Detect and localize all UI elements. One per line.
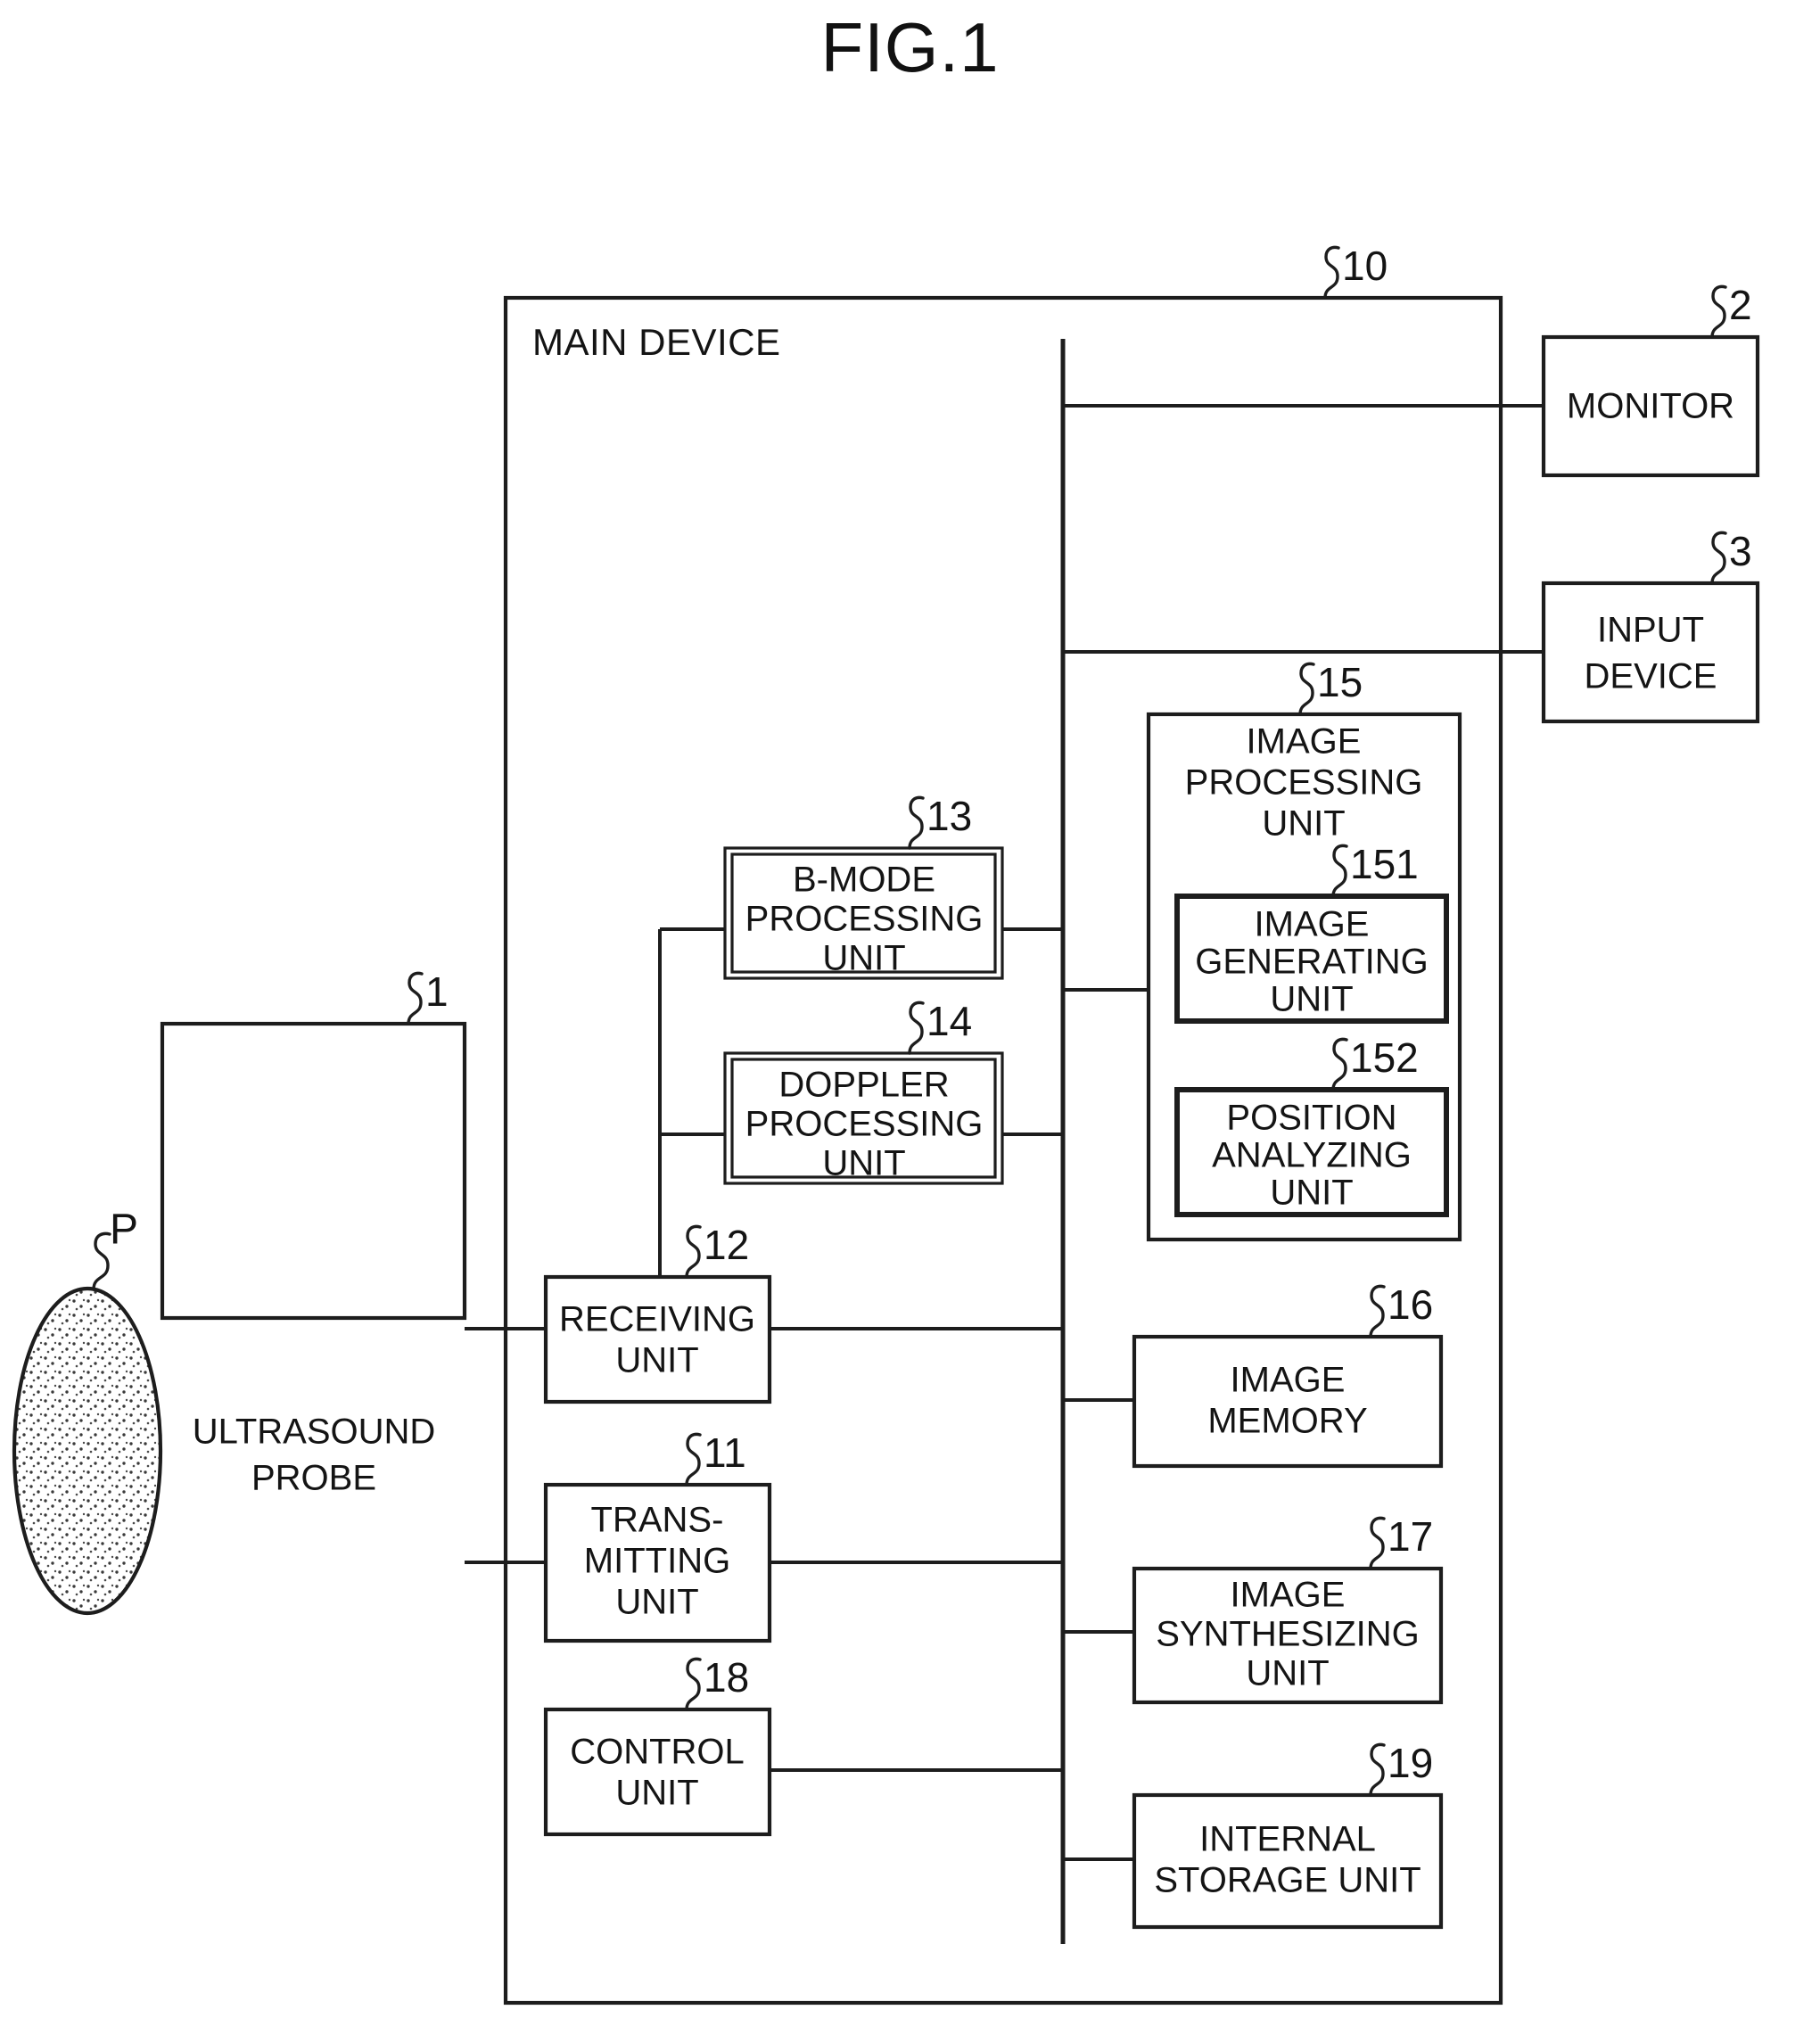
- block-internal-storage-unit-line-1: STORAGE UNIT: [1154, 1861, 1421, 1900]
- ref-number-12: 12: [704, 1222, 749, 1268]
- ref-leader-2: [1710, 284, 1727, 339]
- block-bmode-processing-unit-line-2: UNIT: [822, 939, 905, 978]
- block-image-synthesizing-unit-line-2: UNIT: [1246, 1654, 1329, 1693]
- block-receiving-unit[interactable]: [543, 1274, 772, 1404]
- ref-number-19: 19: [1388, 1740, 1433, 1786]
- block-receiving-unit-line-0: RECEIVING: [559, 1300, 755, 1339]
- ref-number-10: 10: [1342, 243, 1388, 289]
- ref-leader-12: [685, 1224, 702, 1279]
- block-input-device-line-1: DEVICE: [1585, 657, 1717, 696]
- block-bmode-processing-unit-line-0: B-MODE: [793, 861, 935, 900]
- ref-leader-1: [407, 971, 424, 1025]
- block-image-generating-unit-line-2: UNIT: [1270, 980, 1353, 1019]
- patient-body-ellipse: [12, 1286, 163, 1616]
- block-control-unit-line-0: CONTROL: [570, 1733, 745, 1772]
- ref-leader-10: [1323, 245, 1340, 300]
- ref-leader-3: [1710, 531, 1727, 585]
- figure-root: FIG.1 ULTRASOUND PROBE MONITOR INPUT DEV…: [0, 0, 1820, 2018]
- ref-leader-18: [685, 1657, 702, 1711]
- ref-leader-17: [1369, 1516, 1386, 1570]
- block-ultrasound-probe-line-1: PROBE: [251, 1459, 376, 1498]
- block-image-processing-unit-line-1: PROCESSING: [1185, 763, 1423, 803]
- ref-label-P: P: [110, 1207, 138, 1254]
- block-bmode-processing-unit-line-1: PROCESSING: [745, 900, 984, 939]
- block-image-processing-unit-line-2: UNIT: [1262, 804, 1345, 844]
- ref-number-11: 11: [704, 1429, 746, 1476]
- ref-number-151: 151: [1350, 841, 1419, 887]
- block-input-device[interactable]: [1541, 581, 1760, 724]
- block-image-processing-unit-line-0: IMAGE: [1247, 722, 1362, 762]
- block-image-memory-line-0: IMAGE: [1231, 1361, 1346, 1400]
- ref-number-2: 2: [1729, 282, 1752, 328]
- block-image-memory-line-1: MEMORY: [1207, 1402, 1367, 1441]
- block-position-analyzing-unit-line-1: ANALYZING: [1212, 1136, 1412, 1175]
- ref-number-14: 14: [926, 998, 972, 1044]
- ref-number-152: 152: [1350, 1034, 1419, 1081]
- block-control-unit-line-1: UNIT: [615, 1774, 698, 1813]
- block-doppler-processing-unit-line-1: PROCESSING: [745, 1105, 984, 1144]
- main-device-label: MAIN DEVICE: [532, 321, 781, 363]
- block-position-analyzing-unit-line-0: POSITION: [1226, 1099, 1396, 1138]
- ref-leader-11: [685, 1432, 702, 1487]
- ref-number-1: 1: [425, 968, 449, 1015]
- ref-number-16: 16: [1388, 1281, 1433, 1328]
- ref-leader-P: [92, 1231, 111, 1291]
- block-transmitting-unit-line-1: MITTING: [584, 1542, 730, 1581]
- ref-number-17: 17: [1388, 1513, 1433, 1560]
- block-control-unit[interactable]: [543, 1707, 772, 1837]
- block-doppler-processing-unit-line-0: DOPPLER: [778, 1066, 949, 1105]
- ref-number-18: 18: [704, 1654, 749, 1701]
- block-monitor-line-0: MONITOR: [1567, 387, 1734, 426]
- block-image-synthesizing-unit-line-0: IMAGE: [1231, 1576, 1346, 1615]
- block-image-synthesizing-unit-line-1: SYNTHESIZING: [1156, 1615, 1420, 1654]
- ref-number-13: 13: [926, 793, 972, 839]
- block-receiving-unit-line-1: UNIT: [615, 1341, 698, 1380]
- ref-leader-15: [1298, 662, 1315, 716]
- ref-leader-16: [1369, 1284, 1386, 1338]
- ref-number-3: 3: [1729, 528, 1752, 574]
- ref-leader-19: [1369, 1742, 1386, 1797]
- block-ultrasound-probe-line-0: ULTRASOUND: [193, 1413, 436, 1452]
- block-transmitting-unit-line-0: TRANS-: [591, 1501, 724, 1540]
- ref-leader-13: [908, 795, 925, 850]
- block-transmitting-unit-line-2: UNIT: [615, 1583, 698, 1622]
- ref-number-15: 15: [1317, 659, 1363, 705]
- block-position-analyzing-unit-line-2: UNIT: [1270, 1174, 1353, 1213]
- block-ultrasound-probe[interactable]: [160, 1021, 467, 1321]
- block-doppler-processing-unit-line-2: UNIT: [822, 1144, 905, 1183]
- block-diagram-canvas: ULTRASOUND PROBE MONITOR INPUT DEVICE B-…: [12, 243, 1760, 2006]
- block-internal-storage-unit-line-0: INTERNAL: [1199, 1820, 1376, 1859]
- ref-leader-14: [908, 1001, 925, 1055]
- block-image-generating-unit-line-0: IMAGE: [1255, 905, 1370, 944]
- block-input-device-line-0: INPUT: [1597, 611, 1704, 650]
- block-image-generating-unit-line-1: GENERATING: [1195, 943, 1429, 982]
